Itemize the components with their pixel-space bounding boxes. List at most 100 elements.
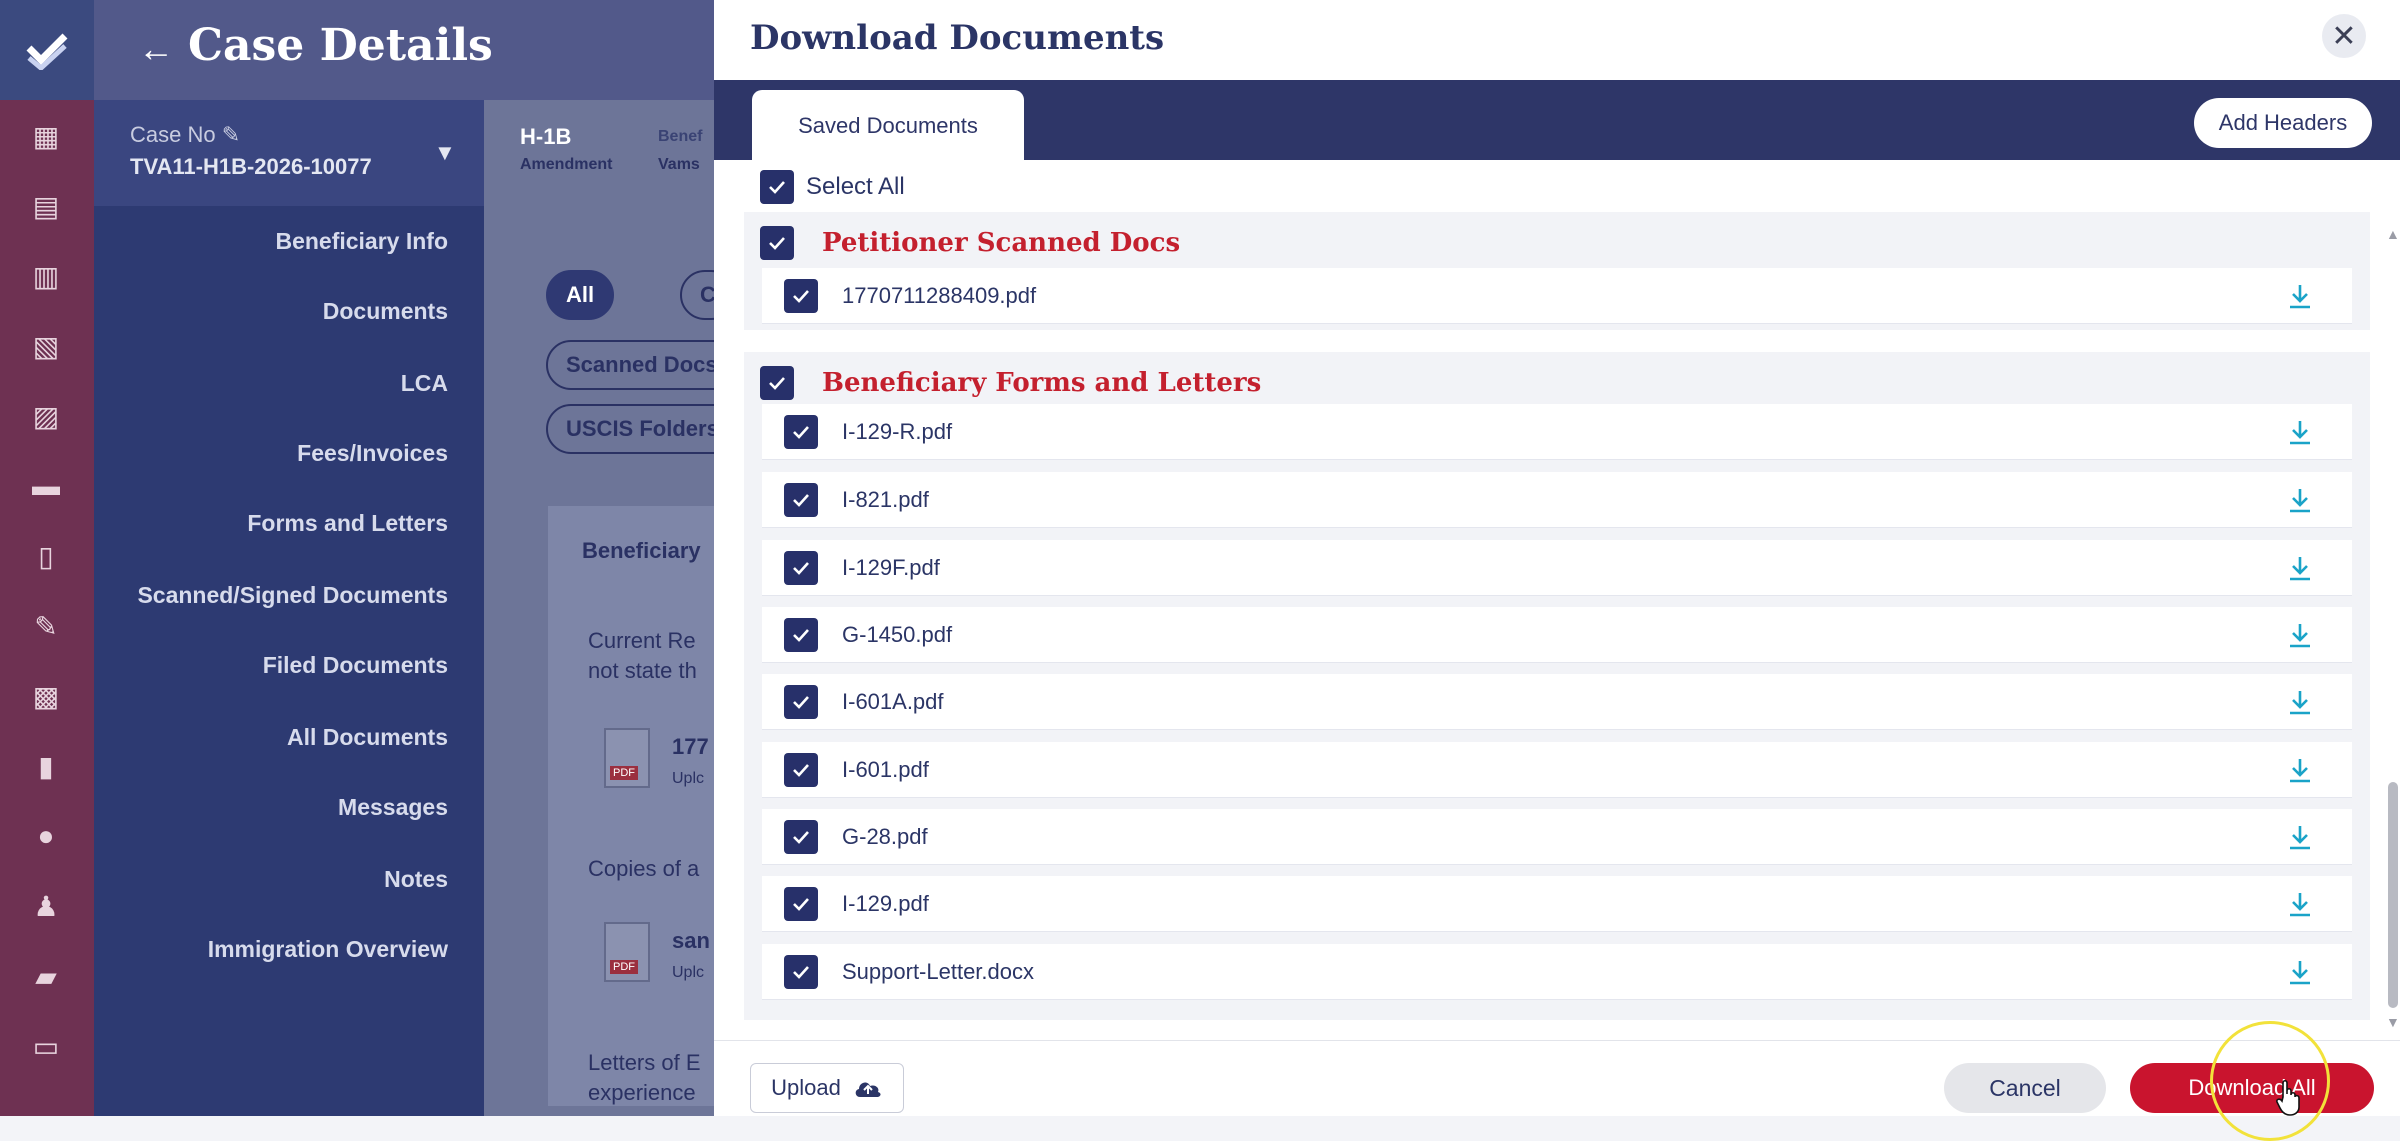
file-row[interactable]: I-129.pdf [762,876,2352,932]
download-all-button[interactable]: Download All [2130,1063,2374,1113]
scroll-up-arrow[interactable]: ▲ [2386,226,2400,242]
download-icon[interactable] [2286,418,2314,446]
cancel-button[interactable]: Cancel [1944,1063,2106,1113]
nav-scanned-signed-documents[interactable]: Scanned/Signed Documents [137,582,448,609]
cases-icon[interactable]: ▤ [26,188,66,224]
pdf-badge: PDF [610,766,638,780]
download-icon[interactable] [2286,890,2314,918]
scroll-down-arrow[interactable]: ▼ [2386,1014,2400,1030]
nav-filed-documents[interactable]: Filed Documents [263,652,448,679]
upload-button[interactable]: Upload [750,1063,904,1113]
file-checkbox[interactable] [784,886,818,921]
user-icon[interactable]: ● [26,818,66,854]
bg-copies: Copies of a [588,856,700,881]
pdf-file-icon-2: PDF [604,922,650,982]
bg-letters-2: experience [588,1080,696,1105]
file-row[interactable]: G-1450.pdf [762,607,2352,663]
download-icon[interactable] [2286,823,2314,851]
nav-immigration-overview[interactable]: Immigration Overview [208,936,448,963]
nav-notes[interactable]: Notes [384,866,448,893]
edit-icon[interactable]: ✎ [26,608,66,644]
beneficiary-value: Vams [658,156,700,173]
file-checkbox[interactable] [784,819,818,854]
file-name: G-1450.pdf [842,621,953,647]
nav-beneficiary-info[interactable]: Beneficiary Info [275,228,448,255]
case-dropdown-icon[interactable]: ▼ [434,140,456,166]
bg-letters: Letters of E [588,1050,701,1075]
download-documents-modal: Download Documents ✕ Saved Documents Add… [714,0,2400,1141]
filter-scanned-docs[interactable]: Scanned Docs [546,340,738,390]
dashboard-icon[interactable]: ▦ [26,118,66,154]
hand-cursor-icon [2276,1079,2300,1116]
download-icon[interactable] [2286,621,2314,649]
filter-all[interactable]: All [546,270,615,320]
download-icon[interactable] [2286,688,2314,716]
scrollbar-thumb[interactable] [2388,782,2398,1008]
add-headers-button[interactable]: Add Headers [2194,98,2372,148]
file-row[interactable]: I-129-R.pdf [762,404,2352,460]
team-icon[interactable]: ♟ [26,888,66,924]
file-row[interactable]: I-601A.pdf [762,674,2352,730]
file-row[interactable]: 1770711288409.pdf [762,268,2352,324]
select-all-row[interactable]: Select All [760,170,905,204]
file-row[interactable]: Support-Letter.docx [762,944,2352,1000]
tasks-icon[interactable]: ▩ [26,678,66,714]
close-icon[interactable]: ✕ [2322,14,2366,58]
section-checkbox[interactable] [760,226,794,260]
back-arrow-icon[interactable]: ← [138,28,174,70]
clipboard-icon[interactable]: ▮ [26,748,66,784]
nav-documents[interactable]: Documents [323,298,448,325]
background-card [548,506,718,1106]
download-icon[interactable] [2286,282,2314,310]
file-row[interactable]: I-821.pdf [762,472,2352,528]
documents-icon[interactable]: ▨ [26,398,66,434]
bg-current-res-2: not state th [588,658,697,683]
nav-forms-and-letters[interactable]: Forms and Letters [247,510,448,537]
file-checkbox[interactable] [784,414,818,449]
nav-fees-invoices[interactable]: Fees/Invoices [297,440,448,467]
file-row[interactable]: I-129F.pdf [762,540,2352,596]
pdf-file-icon: PDF [604,728,650,788]
download-icon[interactable] [2286,756,2314,784]
file-name: G-28.pdf [842,823,928,849]
download-icon[interactable] [2286,958,2314,986]
notes-icon[interactable]: ▯ [26,538,66,574]
modal-footer: Upload Cancel Download All [714,1021,2400,1141]
file-row[interactable]: G-28.pdf [762,809,2352,865]
file-checkbox[interactable] [784,617,818,652]
case-selector[interactable] [94,100,484,206]
bg-file-2[interactable]: san [672,928,710,954]
messages-icon[interactable]: ▬ [26,468,66,504]
nav-all-documents[interactable]: All Documents [287,724,448,751]
file-checkbox[interactable] [784,550,818,585]
file-row[interactable]: I-601.pdf [762,742,2352,798]
beneficiary-label: Benef [658,128,703,145]
edit-pencil-icon[interactable]: ✎ [222,122,240,147]
file-checkbox[interactable] [784,278,818,313]
folder-icon[interactable]: ▰ [26,958,66,994]
file-name: I-129.pdf [842,890,929,916]
nav-messages[interactable]: Messages [338,794,448,821]
app-logo[interactable] [0,0,94,100]
tab-saved-documents[interactable]: Saved Documents [752,90,1024,162]
billing-icon[interactable]: ▧ [26,328,66,364]
select-all-label: Select All [806,173,905,200]
file-checkbox[interactable] [784,482,818,517]
modal-tab-bar: Saved Documents Add Headers [714,80,2400,162]
reports-icon[interactable]: ▥ [26,258,66,294]
bg-file-1[interactable]: 177 [672,734,709,760]
section-checkbox[interactable] [760,366,794,400]
chat-icon[interactable]: ▭ [26,1028,66,1064]
nav-lca[interactable]: LCA [401,370,448,397]
download-icon[interactable] [2286,554,2314,582]
file-checkbox[interactable] [784,684,818,719]
section-title: Beneficiary Forms and Letters [822,368,1262,398]
document-list: Petitioner Scanned Docs 1770711288409.pd… [744,212,2370,1034]
download-icon[interactable] [2286,486,2314,514]
case-number: TVA11-H1B-2026-10077 [130,154,372,179]
file-checkbox[interactable] [784,752,818,787]
file-checkbox[interactable] [784,954,818,989]
cloud-upload-icon [855,1082,881,1097]
filter-uscis-folders[interactable]: USCIS Folders [546,404,739,454]
select-all-checkbox[interactable] [760,170,794,204]
